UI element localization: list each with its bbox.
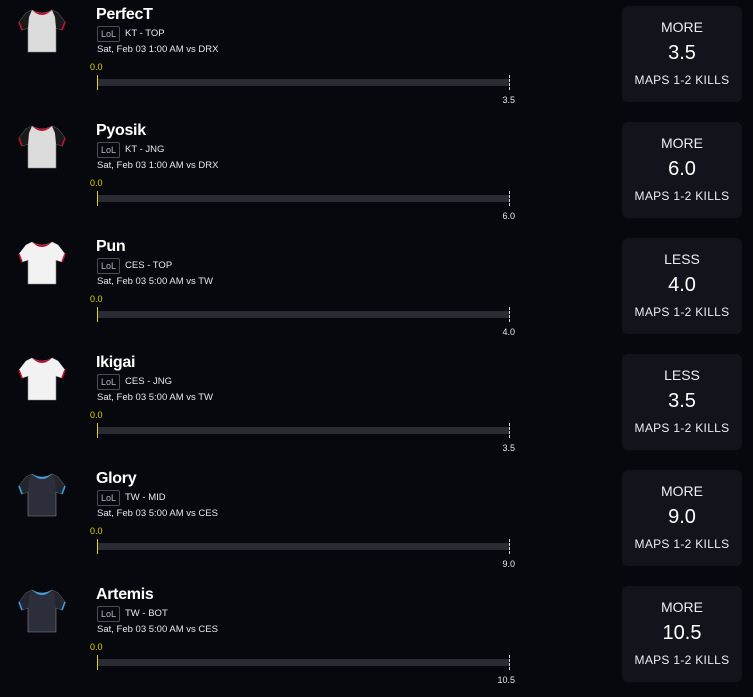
progress-track	[97, 427, 509, 434]
player-name: Glory	[96, 470, 137, 487]
game-badge: LoL	[97, 142, 121, 158]
pick-direction: LESS	[664, 251, 700, 267]
current-value: 0.0	[90, 62, 103, 72]
team-position: TW - BOT	[125, 608, 168, 619]
pick-button[interactable]: LESS 4.0 MAPS 1-2 KILLS	[622, 238, 742, 334]
pick-line: 3.5	[668, 42, 696, 64]
current-value: 0.0	[90, 178, 103, 188]
dark-blue-jersey-icon	[16, 468, 68, 520]
player-name: Pyosik	[96, 122, 146, 139]
progress-track	[97, 543, 509, 550]
pick-direction: MORE	[661, 135, 703, 151]
pick-line: 4.0	[668, 274, 696, 296]
pick-line: 9.0	[668, 506, 696, 528]
pick-stat: MAPS 1-2 KILLS	[634, 189, 730, 203]
team-position: TW - MID	[125, 492, 166, 503]
player-name: PerfecT	[96, 6, 153, 23]
player-row: Glory LoL TW - MID Sat, Feb 03 5:00 AM v…	[0, 464, 753, 580]
pick-direction: LESS	[664, 367, 700, 383]
pick-button[interactable]: MORE 3.5 MAPS 1-2 KILLS	[622, 6, 742, 102]
pick-stat: MAPS 1-2 KILLS	[634, 653, 730, 667]
target-marker	[509, 655, 510, 670]
match-time: Sat, Feb 03 5:00 AM vs TW	[97, 276, 213, 287]
player-row: PerfecT LoL KT - TOP Sat, Feb 03 1:00 AM…	[0, 0, 753, 116]
target-value: 4.0	[502, 327, 515, 337]
player-name: Artemis	[96, 586, 154, 603]
red-shoulder-jersey-icon	[16, 120, 68, 172]
pick-direction: MORE	[661, 599, 703, 615]
pick-direction: MORE	[661, 483, 703, 499]
game-badge: LoL	[97, 258, 121, 274]
player-row: Pun LoL CES - TOP Sat, Feb 03 5:00 AM vs…	[0, 232, 753, 348]
pick-button[interactable]: MORE 10.5 MAPS 1-2 KILLS	[622, 586, 742, 682]
match-time: Sat, Feb 03 5:00 AM vs TW	[97, 392, 213, 403]
game-badge: LoL	[97, 606, 121, 622]
pick-line: 3.5	[668, 390, 696, 412]
target-marker	[509, 307, 510, 322]
target-value: 10.5	[497, 675, 515, 685]
current-value: 0.0	[90, 642, 103, 652]
pick-stat: MAPS 1-2 KILLS	[634, 305, 730, 319]
pick-line: 10.5	[662, 622, 702, 644]
player-row: Ikigai LoL CES - JNG Sat, Feb 03 5:00 AM…	[0, 348, 753, 464]
current-value: 0.0	[90, 294, 103, 304]
dark-blue-jersey-icon	[16, 584, 68, 636]
progress-marker	[97, 191, 98, 206]
player-name: Ikigai	[96, 354, 136, 371]
match-time: Sat, Feb 03 5:00 AM vs CES	[97, 624, 218, 635]
pick-button[interactable]: MORE 9.0 MAPS 1-2 KILLS	[622, 470, 742, 566]
progress-marker	[97, 307, 98, 322]
target-value: 9.0	[502, 559, 515, 569]
team-position: CES - JNG	[125, 376, 172, 387]
target-value: 3.5	[502, 95, 515, 105]
target-marker	[509, 423, 510, 438]
current-value: 0.0	[90, 410, 103, 420]
progress-marker	[97, 655, 98, 670]
progress-track	[97, 311, 509, 318]
game-badge: LoL	[97, 490, 121, 506]
progress-marker	[97, 539, 98, 554]
game-badge: LoL	[97, 374, 121, 390]
team-position: KT - JNG	[125, 144, 165, 155]
player-row: Artemis LoL TW - BOT Sat, Feb 03 5:00 AM…	[0, 580, 753, 696]
target-marker	[509, 75, 510, 90]
red-shoulder-jersey-icon	[16, 4, 68, 56]
pick-direction: MORE	[661, 19, 703, 35]
white-jersey-icon	[16, 352, 68, 404]
match-time: Sat, Feb 03 5:00 AM vs CES	[97, 508, 218, 519]
target-value: 6.0	[502, 211, 515, 221]
target-value: 3.5	[502, 443, 515, 453]
match-time: Sat, Feb 03 1:00 AM vs DRX	[97, 44, 219, 55]
target-marker	[509, 191, 510, 206]
pick-stat: MAPS 1-2 KILLS	[634, 537, 730, 551]
team-position: CES - TOP	[125, 260, 173, 271]
match-time: Sat, Feb 03 1:00 AM vs DRX	[97, 160, 219, 171]
progress-track	[97, 659, 509, 666]
pick-line: 6.0	[668, 158, 696, 180]
pick-button[interactable]: MORE 6.0 MAPS 1-2 KILLS	[622, 122, 742, 218]
progress-marker	[97, 423, 98, 438]
progress-marker	[97, 75, 98, 90]
player-row: Pyosik LoL KT - JNG Sat, Feb 03 1:00 AM …	[0, 116, 753, 232]
target-marker	[509, 539, 510, 554]
pick-stat: MAPS 1-2 KILLS	[634, 73, 730, 87]
player-prop-list: PerfecT LoL KT - TOP Sat, Feb 03 1:00 AM…	[0, 0, 753, 697]
team-position: KT - TOP	[125, 28, 165, 39]
pick-stat: MAPS 1-2 KILLS	[634, 421, 730, 435]
pick-button[interactable]: LESS 3.5 MAPS 1-2 KILLS	[622, 354, 742, 450]
player-name: Pun	[96, 238, 126, 255]
white-jersey-icon	[16, 236, 68, 288]
game-badge: LoL	[97, 26, 121, 42]
progress-track	[97, 79, 509, 86]
current-value: 0.0	[90, 526, 103, 536]
progress-track	[97, 195, 509, 202]
